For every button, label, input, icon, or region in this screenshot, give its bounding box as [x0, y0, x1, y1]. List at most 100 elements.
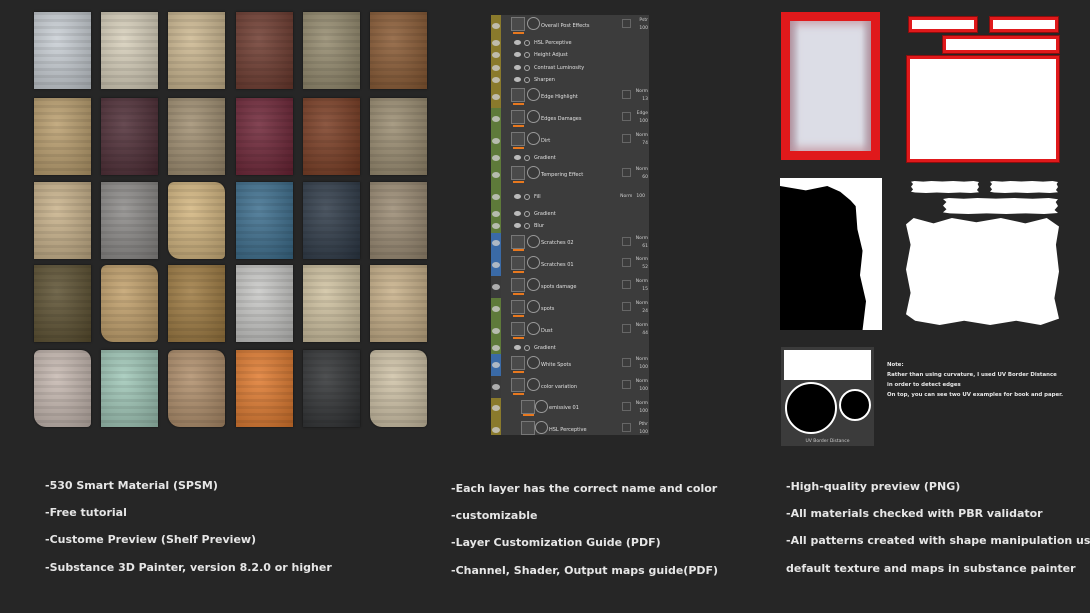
material-preview-tile — [370, 182, 427, 259]
effect-visibility-icon[interactable] — [514, 223, 521, 229]
blend-mode: Norm — [635, 400, 648, 406]
layer-row[interactable]: Edge Highlight Norm 13 — [491, 86, 649, 110]
layer-thumbnail — [511, 88, 525, 103]
layer-row[interactable]: Tempering Effect Norm 60 — [491, 164, 649, 187]
folder-icon — [511, 377, 525, 392]
opacity-bar — [513, 249, 524, 252]
blend-opacity[interactable]: Norm 61 — [636, 235, 648, 251]
effect-generator-icon — [524, 223, 530, 230]
opacity-value: 100 — [639, 26, 648, 31]
blend-mode: Norm — [635, 322, 648, 328]
layer-row[interactable]: White Spots Norm 100 — [491, 354, 649, 377]
layer-row[interactable]: HSL Perceptive Pthr 100 — [491, 419, 649, 435]
blend-mode: Norm — [635, 257, 648, 263]
blend-opacity[interactable]: Norm 15 — [636, 278, 648, 294]
mask-thumbnail — [527, 278, 540, 292]
effect-visibility-icon[interactable] — [514, 64, 521, 70]
layer-checkbox[interactable] — [622, 258, 631, 268]
layer-checkbox[interactable] — [622, 134, 631, 143]
layer-name: emissive 01 — [549, 405, 579, 412]
layer-row[interactable]: Gradient — [491, 341, 649, 355]
layer-row[interactable]: Height Adjust — [491, 49, 649, 63]
opacity-value: 15 — [642, 287, 648, 293]
layer-row[interactable]: spots damage Norm 15 — [491, 276, 649, 299]
layer-checkbox[interactable] — [622, 168, 631, 178]
opacity-bar — [513, 271, 524, 274]
blend-opacity[interactable]: Norm 24 — [636, 300, 648, 316]
material-preview-tile — [370, 350, 427, 427]
blend-opacity[interactable]: Norm 100 — [636, 356, 648, 372]
layer-checkbox[interactable] — [622, 423, 631, 433]
effect-visibility-icon[interactable] — [514, 344, 521, 350]
visibility-eye-icon[interactable] — [492, 327, 500, 334]
uv-paper-strip-1 — [909, 17, 977, 32]
effect-visibility-icon[interactable] — [514, 39, 521, 45]
effect-visibility-icon[interactable] — [514, 52, 521, 58]
layer-row[interactable]: Fill Norm 100 — [491, 186, 649, 209]
blend-mode: Norm — [635, 89, 648, 95]
opacity-bar — [513, 292, 524, 295]
layer-row[interactable]: Overall Post Effects Pstr 100 — [491, 15, 649, 38]
visibility-eye-icon[interactable] — [492, 361, 500, 368]
blend-opacity[interactable]: Norm 52 — [636, 256, 648, 272]
uv-paper-mask-strip-3 — [943, 198, 1058, 214]
layer-row[interactable]: emissive 01 Norm 100 — [491, 397, 649, 421]
layer-row[interactable]: HSL Perceptive — [491, 36, 649, 51]
blend-opacity[interactable]: Norm 100 — [620, 193, 645, 201]
effect-visibility-icon[interactable] — [514, 77, 521, 83]
layer-row[interactable]: Scratches 02 Norm 61 — [491, 232, 649, 256]
blend-opacity[interactable]: Norm 100 — [636, 400, 648, 416]
layer-row[interactable]: Dirt Norm 74 — [491, 130, 649, 153]
layer-row[interactable]: Dust Norm 44 — [491, 319, 649, 343]
uv-paper-mask-strip-2 — [990, 181, 1058, 193]
layer-checkbox[interactable] — [622, 401, 631, 411]
blend-opacity[interactable]: Norm 44 — [636, 322, 648, 338]
effect-visibility-icon[interactable] — [514, 154, 521, 160]
layer-row[interactable]: spots Norm 24 — [491, 298, 649, 321]
layer-checkbox[interactable] — [622, 379, 631, 389]
layer-row[interactable]: color variation Norm 100 — [491, 375, 649, 399]
blend-opacity[interactable]: Pthr 100 — [639, 421, 648, 435]
blend-opacity[interactable]: Norm 13 — [636, 88, 648, 104]
layer-name: Blur — [534, 223, 545, 230]
opacity-value: 52 — [642, 265, 648, 271]
layer-row[interactable]: Sharpen — [491, 74, 649, 88]
layer-checkbox[interactable] — [622, 280, 631, 290]
blend-mode: Norm — [620, 193, 633, 199]
visibility-eye-icon[interactable] — [492, 344, 500, 351]
layer-checkbox[interactable] — [622, 236, 631, 246]
visibility-eye-icon[interactable] — [492, 305, 500, 312]
layer-checkbox[interactable] — [622, 323, 631, 333]
visibility-eye-icon[interactable] — [492, 154, 500, 161]
layer-row[interactable]: Blur — [491, 220, 649, 234]
visibility-eye-icon[interactable] — [492, 137, 500, 144]
layer-checkbox[interactable] — [622, 302, 631, 311]
layer-row[interactable]: Gradient — [491, 151, 649, 166]
blend-opacity[interactable]: Norm 60 — [636, 166, 648, 182]
layer-checkbox[interactable] — [622, 19, 631, 28]
visibility-eye-icon[interactable] — [492, 64, 500, 71]
blend-mode: Norm — [635, 133, 648, 138]
blend-opacity[interactable]: Edge 100 — [637, 110, 648, 126]
blend-opacity[interactable]: Norm 74 — [636, 132, 648, 148]
layer-checkbox[interactable] — [622, 358, 631, 367]
layer-checkbox[interactable] — [622, 112, 631, 122]
layer-row[interactable]: Scratches 01 Norm 52 — [491, 254, 649, 278]
layer-row[interactable]: Contrast Luminosity — [491, 61, 649, 75]
effect-visibility-icon[interactable] — [514, 210, 521, 216]
visibility-eye-icon[interactable] — [492, 22, 500, 29]
effect-generator-icon — [524, 344, 530, 351]
opacity-value: 100 — [639, 119, 648, 125]
blend-opacity[interactable]: Pstr 100 — [639, 17, 648, 33]
visibility-eye-icon[interactable] — [492, 210, 500, 217]
blend-opacity[interactable]: Norm 100 — [636, 378, 648, 394]
layer-row[interactable]: Gradient — [491, 207, 649, 222]
effect-visibility-icon[interactable] — [514, 193, 521, 199]
opacity-value: 74 — [642, 141, 648, 146]
mask-thumbnail — [527, 166, 540, 180]
layer-row[interactable]: Edges Damages Edge 100 — [491, 108, 649, 131]
visibility-eye-icon[interactable] — [492, 193, 500, 200]
visibility-eye-icon[interactable] — [492, 39, 500, 46]
layer-checkbox[interactable] — [622, 90, 631, 100]
visibility-eye-icon[interactable] — [492, 383, 500, 390]
